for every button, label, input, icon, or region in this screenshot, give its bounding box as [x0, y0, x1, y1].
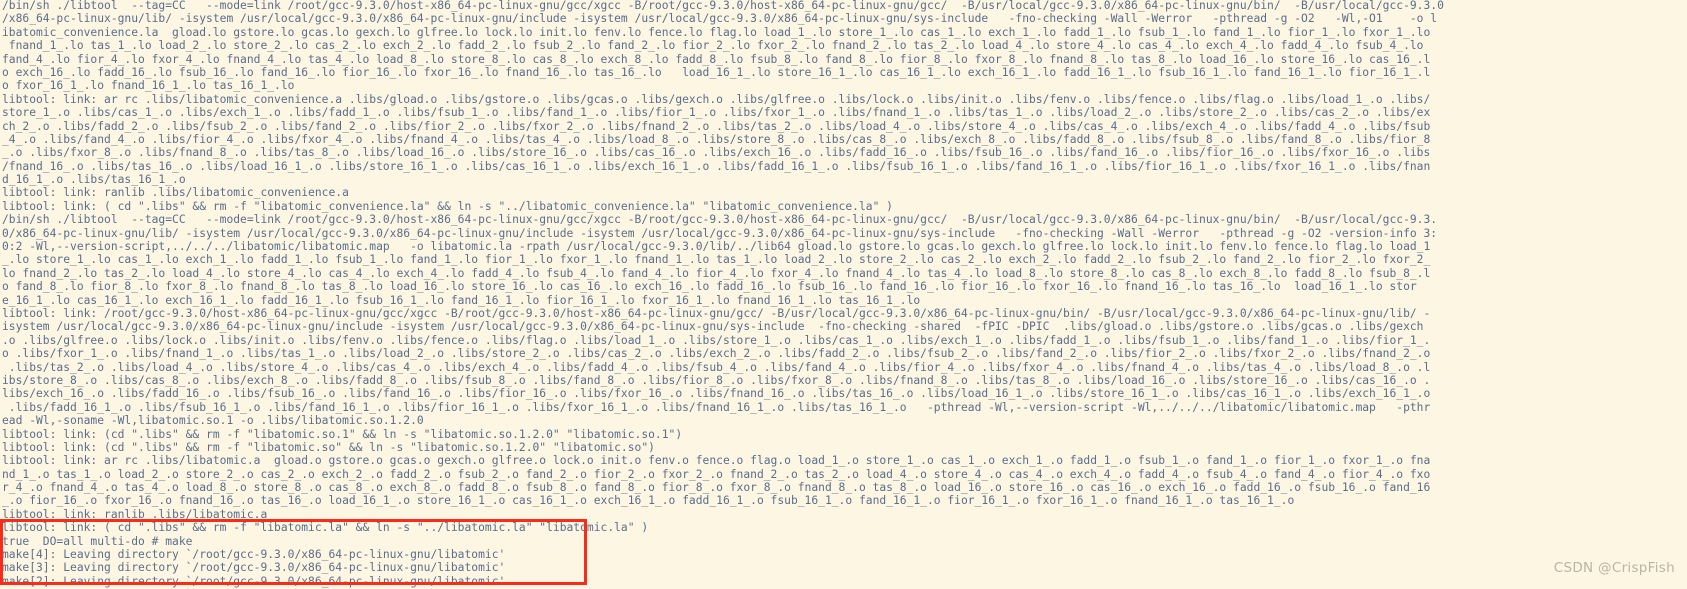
- terminal-output: /bin/sh ./libtool --tag=CC --mode=link /…: [2, 0, 1687, 589]
- terminal-line: ibatomic_convenience.la gload.lo gstore.…: [2, 25, 1431, 39]
- terminal-line: isystem /usr/local/gcc-9.3.0/x86_64-pc-l…: [2, 320, 1424, 334]
- terminal-line: libtool: link: ranlib .libs/libatomic.a: [2, 507, 268, 521]
- terminal-line: make[4]: Leaving directory `/root/gcc-9.…: [2, 548, 506, 562]
- terminal-line: _.o .libs/fxor_8_.o .libs/fnand_8_.o .li…: [2, 146, 1431, 160]
- terminal-line: .o .libs/glfree.o .libs/lock.o .libs/ini…: [2, 333, 1431, 347]
- terminal-line: /x86_64-pc-linux-gnu/lib/ -isystem /usr/…: [2, 12, 1438, 26]
- terminal-line: libtool: link: (cd ".libs" && rm -f "lib…: [2, 440, 655, 454]
- terminal-line: fnand_1_.lo tas_1_.lo load_2_.lo store_2…: [2, 39, 1424, 53]
- terminal-line: e_16_1_.lo cas_16_1_.lo exch_16_1_.lo fa…: [2, 293, 921, 307]
- terminal-line: libtool: link: ( cd ".libs" && rm -f "li…: [2, 521, 649, 535]
- terminal-line: o fand_8_.lo fior_8_.lo fxor_8_.lo fnand…: [2, 280, 1417, 294]
- terminal-line: /fnand_16_.o .libs/tas_16_.o .libs/load_…: [2, 159, 1431, 173]
- watermark-label: CSDN @CrispFish: [1553, 559, 1675, 576]
- terminal-line: .libs/fadd_16_1_.o .libs/fsub_16_1_.o .l…: [2, 400, 1431, 414]
- terminal-line: libtool: link: ar rc .libs/libatomic.a g…: [2, 454, 1431, 468]
- terminal-line: o .libs/fxor_1_.o .libs/fnand_1_.o .libs…: [2, 347, 1431, 361]
- terminal-line: libs/exch_16_.o .libs/fadd_16_.o .libs/f…: [2, 387, 1431, 401]
- terminal-line: d_16_1_.o .libs/tas_16_1_.o: [2, 173, 186, 187]
- terminal-line: lo fnand_2_.lo tas_2_.lo load_4_.lo stor…: [2, 266, 1431, 280]
- terminal-line: 0:2 -Wl,--version-script,../../../libato…: [2, 240, 1431, 254]
- terminal-line: libtool: link: (cd ".libs" && rm -f "lib…: [2, 427, 683, 441]
- terminal-line: 0/x86_64-pc-linux-gnu/lib/ -isystem /usr…: [2, 226, 1438, 240]
- terminal-line: /bin/sh ./libtool --tag=CC --mode=link /…: [2, 0, 1444, 12]
- terminal-line: o fxor_16_1_.lo fnand_16_1_.lo tas_16_1_…: [2, 79, 295, 93]
- terminal-line: store_1_.o .libs/cas_1_.o .libs/exch_1_.…: [2, 106, 1431, 120]
- terminal-line: /bin/sh ./libtool --tag=CC --mode=link /…: [2, 213, 1438, 227]
- terminal-line: libtool: link: ar rc .libs/libatomic_con…: [2, 92, 1431, 106]
- terminal-window[interactable]: /bin/sh ./libtool --tag=CC --mode=link /…: [0, 0, 1687, 589]
- terminal-line: _.o fior_16_.o fxor_16_.o fnand_16_.o ta…: [2, 494, 1295, 508]
- terminal-line: .libs/tas_2_.o .libs/load_4_.o .libs/sto…: [2, 360, 1431, 374]
- terminal-line: fand_4_.lo fior_4_.lo fxor_4_.lo fnand_4…: [2, 52, 1431, 66]
- terminal-line: make[3]: Leaving directory `/root/gcc-9.…: [2, 561, 506, 575]
- terminal-line: _.lo store_1_.lo cas_1_.lo exch_1_.lo fa…: [2, 253, 1431, 267]
- terminal-line: nd_1_.o tas_1_.o load_2_.o store_2_.o ca…: [2, 467, 1431, 481]
- terminal-line: _4_.o .libs/fand_4_.o .libs/fior_4_.o .l…: [2, 132, 1431, 146]
- terminal-line: make[2]: Leaving directory `/root/gcc-9.…: [2, 574, 506, 588]
- terminal-line: ibs/store_8_.o .libs/cas_8_.o .libs/exch…: [2, 373, 1431, 387]
- terminal-line: ch_2_.o .libs/fadd_2_.o .libs/fsub_2_.o …: [2, 119, 1431, 133]
- terminal-line: libtool: link: ( cd ".libs" && rm -f "li…: [2, 199, 893, 213]
- terminal-line: true DO=all multi-do # make: [2, 534, 193, 548]
- terminal-line: libtool: link: /root/gcc-9.3.0/host-x86_…: [2, 306, 1431, 320]
- terminal-line: o exch_16_.lo fadd_16_.lo fsub_16_.lo fa…: [2, 65, 1431, 79]
- terminal-line: ead -Wl,-soname -Wl,libatomic.so.1 -o .l…: [2, 414, 424, 428]
- terminal-line: libtool: link: ranlib .libs/libatomic_co…: [2, 186, 349, 200]
- terminal-line: r_4_.o fnand_4_.o tas_4_.o load_8_.o sto…: [2, 481, 1431, 495]
